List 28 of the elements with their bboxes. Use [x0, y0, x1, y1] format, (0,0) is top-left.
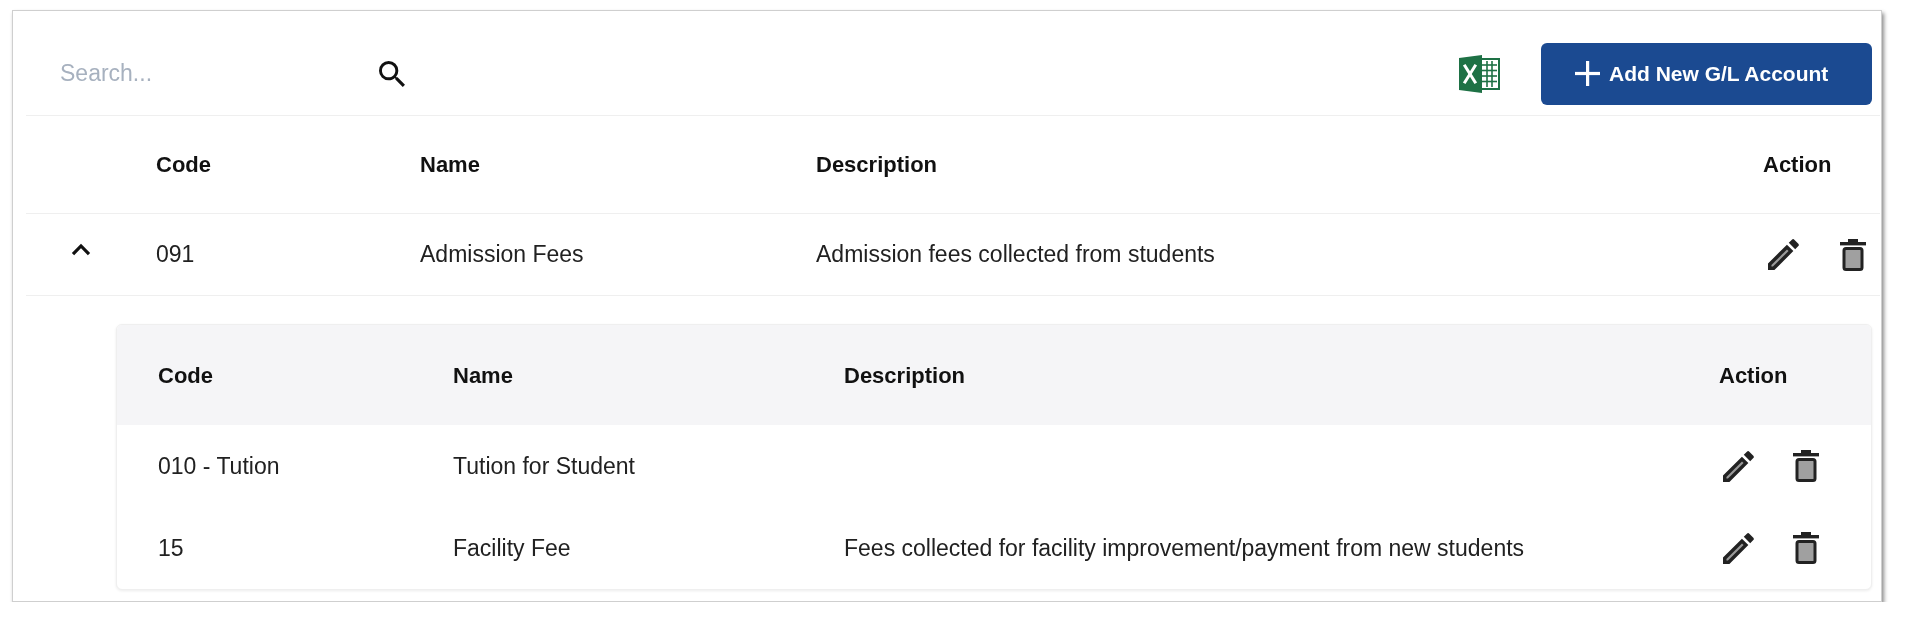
plus-icon	[1575, 61, 1600, 86]
pencil-icon[interactable]	[1723, 532, 1754, 564]
column-header: Name	[452, 361, 514, 390]
column-header: Description	[796, 116, 1740, 214]
column-header: Code	[136, 116, 400, 214]
pencil-icon[interactable]	[1768, 239, 1799, 270]
column-header: Name	[400, 116, 796, 214]
pencil-icon[interactable]	[1723, 450, 1754, 482]
table-cell: Admission fees collected from students	[796, 214, 1740, 296]
column-header: Code	[157, 361, 214, 390]
table-cell: 091	[136, 214, 400, 296]
column-header: Action	[1740, 116, 1880, 214]
table-cell-text: 010 - Tution	[157, 451, 281, 481]
column-header: Action	[1718, 361, 1789, 390]
spreadsheet-icon[interactable]	[1458, 52, 1500, 95]
column-header: Description	[843, 361, 967, 390]
add-account-button[interactable]: Add New G/L Account	[1541, 42, 1872, 105]
chevron-up-icon[interactable]	[71, 243, 91, 256]
trash-icon[interactable]	[1793, 532, 1819, 564]
table-cell: Admission Fees	[400, 214, 796, 296]
table-cell-text: Fees collected for facility improvement/payment from new students	[843, 533, 1526, 563]
trash-icon[interactable]	[1793, 450, 1819, 482]
trash-icon[interactable]	[1840, 238, 1866, 271]
search-icon[interactable]	[379, 60, 405, 87]
table-cell-text: Tution for Student	[452, 451, 636, 481]
table-cell-text: Facility Fee	[452, 533, 572, 563]
search-field[interactable]: Search...	[60, 56, 372, 91]
table-cell-text: 15	[157, 533, 185, 563]
